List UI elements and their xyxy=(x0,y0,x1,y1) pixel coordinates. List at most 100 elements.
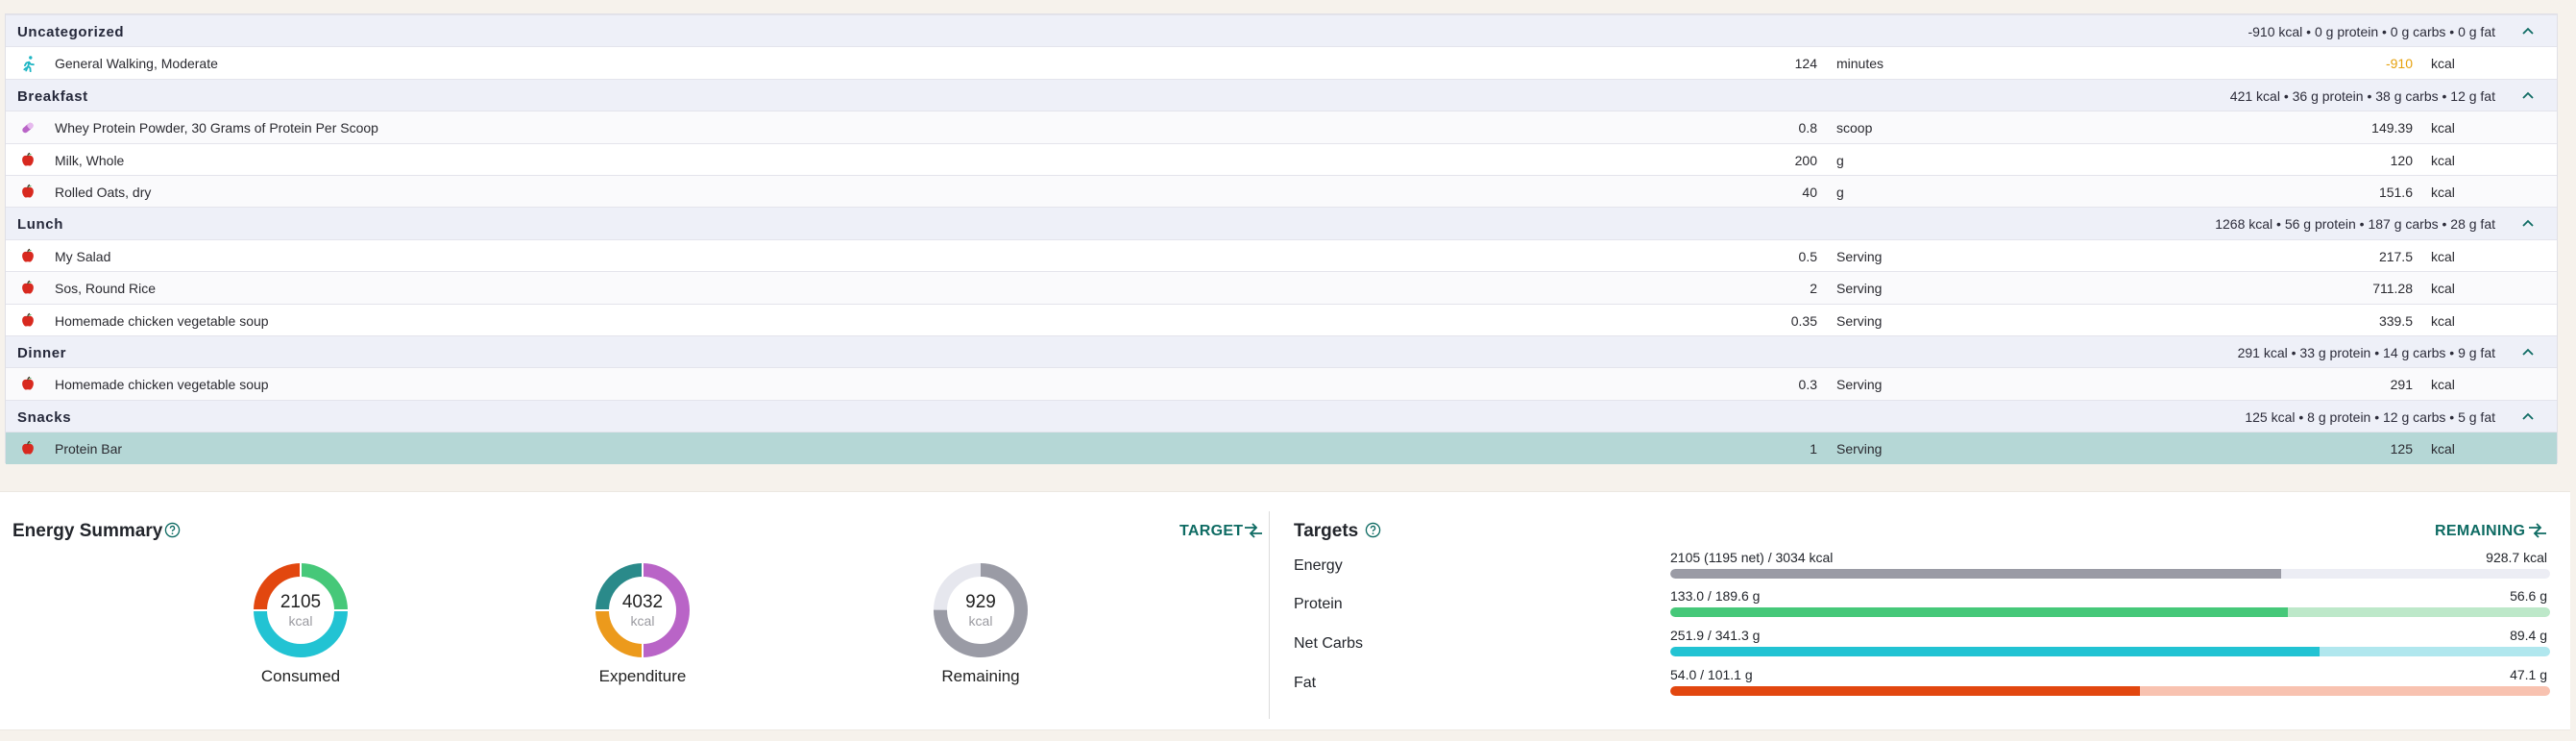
chevron-up-icon[interactable] xyxy=(2518,342,2538,361)
target-label: Fat xyxy=(1294,675,1317,691)
meal-group-name: Uncategorized xyxy=(17,24,125,40)
remaining-toggle-button[interactable]: REMAINING xyxy=(2435,523,2525,540)
apple-icon xyxy=(19,376,36,393)
entry-unit[interactable]: Serving xyxy=(1836,249,1882,264)
help-icon[interactable] xyxy=(164,522,181,538)
target-progress-fill xyxy=(1670,607,2289,617)
meal-group-summary: 125 kcal • 8 g protein • 12 g carbs • 5 … xyxy=(2245,408,2495,425)
remaining-donut[interactable]: 929 kcal xyxy=(928,557,1033,663)
meal-group-name: Lunch xyxy=(17,216,63,234)
consumed-donut[interactable]: 2105 kcal xyxy=(248,557,353,663)
entry-unit[interactable]: scoop xyxy=(1836,120,1872,136)
target-progress-fill xyxy=(1670,686,2141,696)
expenditure-donut[interactable]: 4032 kcal xyxy=(590,557,695,663)
entry-energy-unit: kcal xyxy=(2431,377,2455,393)
entry-unit[interactable]: Serving xyxy=(1836,281,1882,296)
swap-arrows-icon[interactable] xyxy=(1243,522,1264,539)
entry-amount[interactable]: 0.35 xyxy=(1791,313,1817,329)
diary-entry-row[interactable]: Whey Protein Powder, 30 Grams of Protein… xyxy=(6,111,2557,143)
entry-name: Protein Bar xyxy=(55,441,123,457)
entry-unit[interactable]: g xyxy=(1836,153,1844,168)
diary-entry-row[interactable]: Protein Bar 1 Serving 125 kcal xyxy=(6,432,2557,464)
meal-group-summary: 421 kcal • 36 g protein • 38 g carbs • 1… xyxy=(2229,87,2495,104)
diary-entry-row[interactable]: Sos, Round Rice 2 Serving 711.28 kcal xyxy=(6,271,2557,304)
meal-group-header[interactable]: Uncategorized -910 kcal • 0 g protein • 0… xyxy=(6,14,2557,47)
expenditure-unit: kcal xyxy=(630,613,655,629)
meal-group-header[interactable]: Dinner 291 kcal • 33 g protein • 14 g car… xyxy=(6,335,2557,368)
target-value: 251.9 / 341.3 g xyxy=(1670,628,1761,643)
target-progress-bar xyxy=(1670,569,2550,579)
chevron-up-icon[interactable] xyxy=(2518,407,2538,426)
target-remaining: 56.6 g xyxy=(2510,588,2547,604)
entry-energy: 120 xyxy=(2390,152,2413,168)
remaining-unit: kcal xyxy=(968,613,993,629)
diary-entry-row[interactable]: My Salad 0.5 Serving 217.5 kcal xyxy=(6,238,2557,272)
entry-name: Homemade chicken vegetable soup xyxy=(55,312,269,329)
entry-energy-unit: kcal xyxy=(2431,152,2455,168)
entry-energy-unit: kcal xyxy=(2431,56,2455,72)
remaining-label: Remaining xyxy=(941,667,1020,685)
apple-icon xyxy=(19,440,36,457)
diary-entry-row[interactable]: Homemade chicken vegetable soup 0.35 Servi… xyxy=(6,303,2557,335)
target-value: 54.0 / 101.1 g xyxy=(1670,667,1753,682)
entry-name: Homemade chicken vegetable soup xyxy=(55,377,269,393)
entry-amount[interactable]: 200 xyxy=(1795,153,1817,168)
consumed-unit: kcal xyxy=(288,613,313,629)
apple-icon xyxy=(19,184,36,201)
entry-amount[interactable]: 124 xyxy=(1795,56,1817,71)
remaining-value: 929 xyxy=(965,592,996,612)
entry-energy-unit: kcal xyxy=(2431,441,2455,457)
diary-entry-row[interactable]: Homemade chicken vegetable soup 0.3 Servin… xyxy=(6,367,2557,400)
target-remaining: 928.7 kcal xyxy=(2486,550,2547,565)
entry-unit[interactable]: Serving xyxy=(1836,441,1882,457)
entry-energy: 291 xyxy=(2390,377,2413,393)
entry-energy: 149.39 xyxy=(2371,120,2413,136)
entry-amount[interactable]: 2 xyxy=(1810,281,1817,296)
entry-unit[interactable]: Serving xyxy=(1836,313,1882,329)
entry-amount[interactable]: 1 xyxy=(1810,441,1817,457)
help-icon[interactable] xyxy=(1365,522,1381,538)
target-progress-bar xyxy=(1670,607,2550,617)
meal-group-header[interactable]: Lunch 1268 kcal • 56 g protein • 187 g ca… xyxy=(6,207,2557,239)
meal-group-name: Dinner xyxy=(17,345,67,361)
entry-energy-unit: kcal xyxy=(2431,120,2455,136)
meal-group-header[interactable]: Snacks 125 kcal • 8 g protein • 12 g carb… xyxy=(6,399,2557,432)
consumed-value: 2105 xyxy=(279,592,322,612)
diary-entry-row[interactable]: Milk, Whole 200 g 120 kcal xyxy=(6,142,2557,175)
entry-amount[interactable]: 0.3 xyxy=(1799,377,1817,392)
entry-amount[interactable]: 40 xyxy=(1802,185,1817,200)
diary-entry-row[interactable]: General Walking, Moderate 124 minutes -910 k… xyxy=(6,46,2557,79)
chevron-up-icon[interactable] xyxy=(2518,21,2538,40)
consumed-label: Consumed xyxy=(260,667,341,685)
swap-arrows-icon[interactable] xyxy=(2527,522,2548,539)
energy-summary-title: Energy Summary xyxy=(12,521,163,541)
meal-group-header[interactable]: Breakfast 421 kcal • 36 g protein • 38 g … xyxy=(6,78,2557,111)
entry-energy: 151.6 xyxy=(2378,185,2413,200)
entry-energy: 711.28 xyxy=(2372,281,2413,297)
diary-table: Uncategorized -910 kcal • 0 g protein • 0… xyxy=(5,13,2558,464)
target-label: Net Carbs xyxy=(1294,635,1364,652)
chevron-up-icon[interactable] xyxy=(2518,213,2538,233)
target-toggle-button[interactable]: TARGET xyxy=(1179,523,1243,540)
target-value: 133.0 / 189.6 g xyxy=(1670,588,1761,604)
target-remaining: 47.1 g xyxy=(2510,667,2547,682)
entry-name: Milk, Whole xyxy=(55,152,125,168)
panel-divider xyxy=(1269,511,1270,719)
target-progress-bar xyxy=(1670,686,2550,696)
entry-name: Sos, Round Rice xyxy=(55,281,157,297)
entry-name: Rolled Oats, dry xyxy=(55,185,152,200)
expenditure-value: 4032 xyxy=(621,592,664,612)
entry-unit[interactable]: Serving xyxy=(1836,377,1882,392)
entry-unit[interactable]: minutes xyxy=(1836,56,1883,71)
chevron-up-icon[interactable] xyxy=(2518,86,2538,105)
apple-icon xyxy=(19,248,36,265)
meal-group-summary: -910 kcal • 0 g protein • 0 g carbs • 0 … xyxy=(2248,24,2495,39)
entry-energy-unit: kcal xyxy=(2431,312,2455,329)
entry-amount[interactable]: 0.8 xyxy=(1799,120,1817,136)
diary-entry-row[interactable]: Rolled Oats, dry 40 g 151.6 kcal xyxy=(6,175,2557,208)
entry-amount[interactable]: 0.5 xyxy=(1799,249,1817,264)
target-progress-bar xyxy=(1670,647,2550,656)
entry-unit[interactable]: g xyxy=(1836,185,1844,200)
entry-energy: -910 xyxy=(2385,56,2413,72)
apple-icon xyxy=(19,280,36,297)
